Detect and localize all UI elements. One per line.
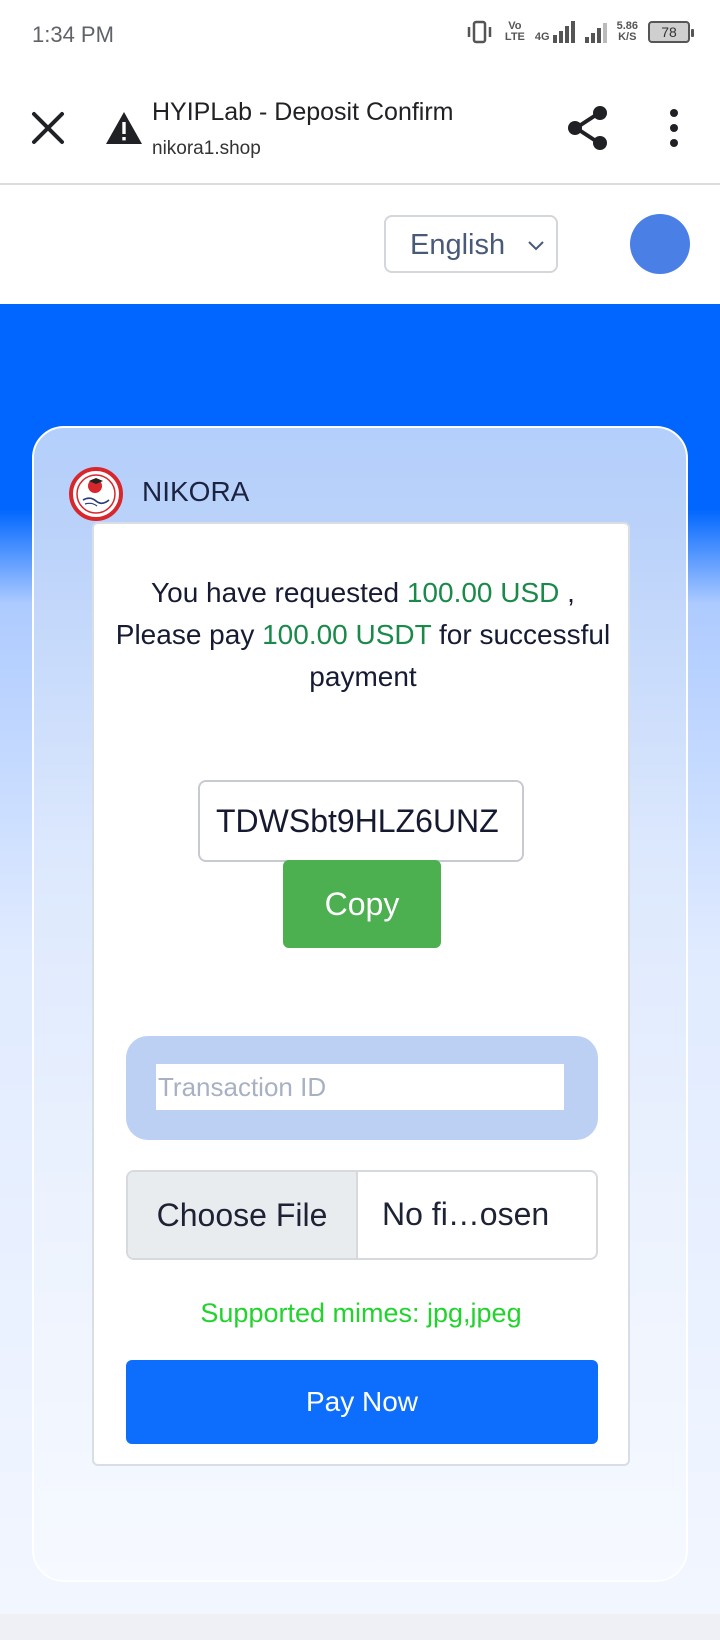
avatar[interactable] [630, 214, 690, 274]
bottom-strip [0, 1614, 720, 1640]
page-url[interactable]: nikora1.shop [152, 138, 261, 160]
chevron-down-icon [528, 241, 544, 251]
pay-amount: 100.00 USDT [262, 619, 432, 650]
deposit-card: NIKORA You have requested 100.00 USD , P… [32, 426, 688, 1582]
language-bar: English [0, 187, 720, 304]
network-speed: 5.86 K/S [616, 20, 638, 43]
share-icon[interactable] [566, 104, 610, 152]
page-title: HYIPLab - Deposit Confirm [152, 98, 454, 126]
warning-icon[interactable] [104, 110, 144, 146]
browser-toolbar: HYIPLab - Deposit Confirm nikora1.shop [0, 72, 720, 185]
vibrate-icon [467, 20, 492, 44]
supported-mimes-note: Supported mimes: jpg,jpeg [200, 1298, 522, 1328]
file-name-label: No fi…osen [382, 1196, 550, 1232]
wallet-address-field[interactable]: TDWSbt9HLZ6UNZ [198, 780, 524, 862]
payment-message: You have requested 100.00 USD , Please p… [114, 572, 612, 698]
file-upload[interactable]: Choose File No fi…osen [126, 1170, 598, 1260]
battery-level: 78 [661, 24, 677, 40]
brand-name: NIKORA [142, 476, 250, 507]
signal-bars-icon [552, 21, 575, 43]
copy-button[interactable]: Copy [283, 860, 441, 948]
status-icons: Vo LTE 4G 5.86 K/S 78 [465, 20, 694, 44]
network-type: 4G [534, 31, 550, 43]
more-vert-icon[interactable] [662, 108, 686, 148]
requested-amount: 100.00 USD [406, 577, 560, 608]
signal-bars-2-icon [584, 21, 607, 43]
main-content: NIKORA You have requested 100.00 USD , P… [0, 304, 720, 1614]
transaction-id-input[interactable] [156, 1064, 564, 1110]
deposit-panel: You have requested 100.00 USD , Please p… [92, 522, 630, 1466]
close-icon[interactable] [28, 108, 68, 148]
status-time: 1:34 PM [32, 22, 114, 47]
choose-file-button[interactable]: Choose File [128, 1172, 358, 1258]
transaction-id-group [126, 1036, 598, 1140]
language-selected: English [410, 229, 506, 261]
volte-indicator: Vo LTE [504, 20, 525, 43]
battery-icon: 78 [648, 21, 694, 43]
mobile-signal: 4G [535, 21, 575, 43]
language-select[interactable]: English [384, 215, 558, 273]
status-bar: 1:34 PM Vo LTE 4G 5.86 K/S 78 [0, 0, 720, 72]
nikora-logo [69, 467, 123, 521]
pay-now-button[interactable]: Pay Now [126, 1360, 598, 1444]
wallet-address: TDWSbt9HLZ6UNZ [216, 803, 499, 839]
message-text-1: You have requested [151, 577, 407, 608]
